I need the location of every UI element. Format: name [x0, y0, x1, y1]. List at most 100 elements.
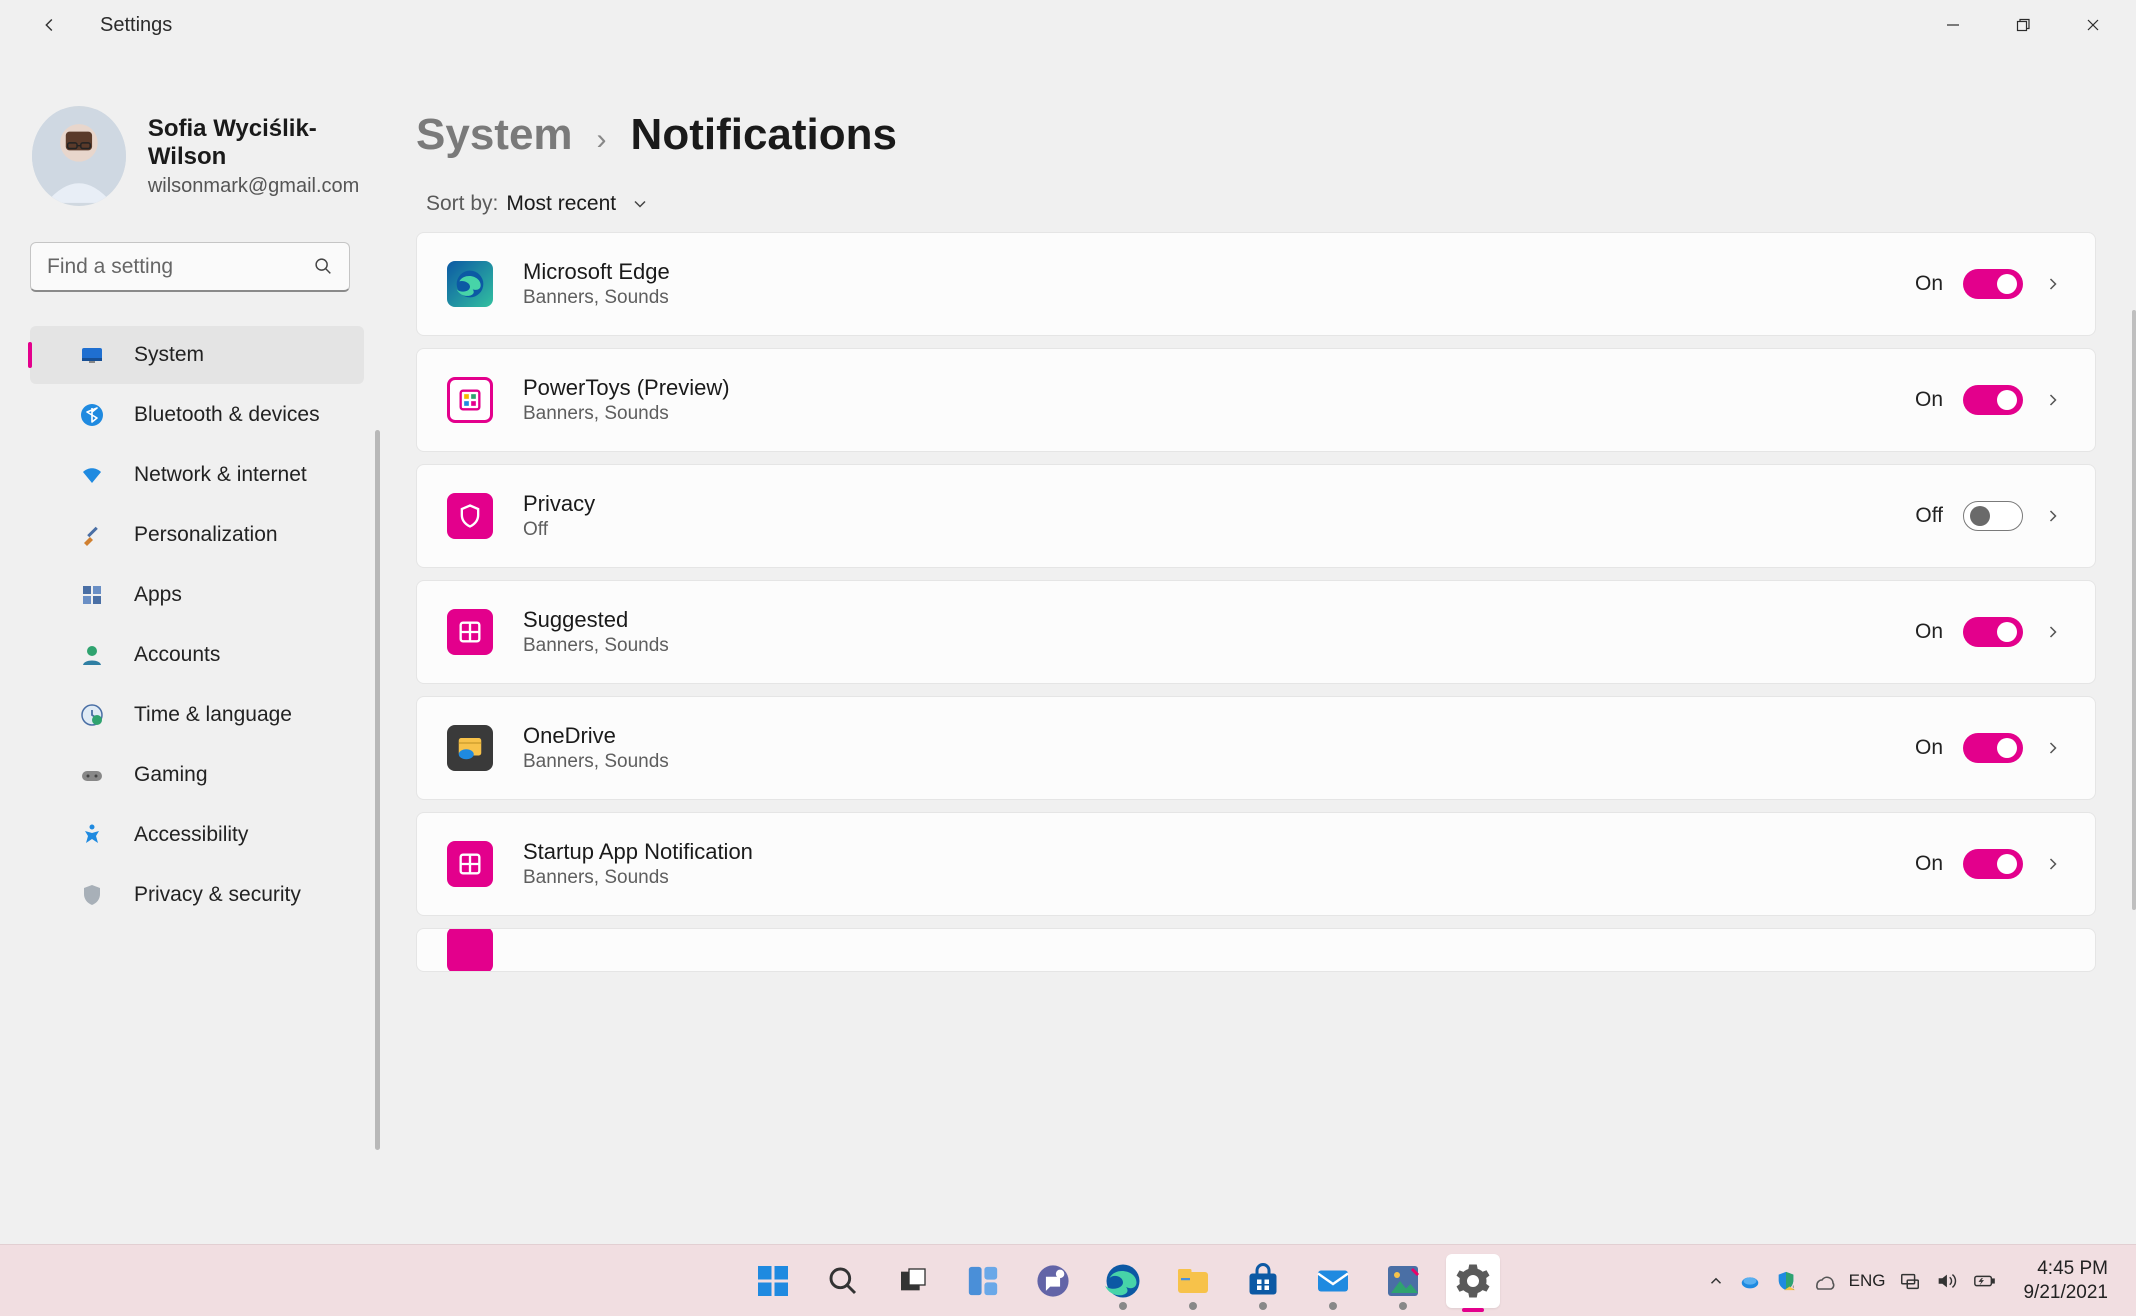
app-sub: Banners, Sounds	[523, 287, 1885, 309]
page-content: System › Notifications Sort by: Most rec…	[380, 50, 2136, 1244]
nav-item-personalization[interactable]: Personalization	[30, 506, 364, 564]
chevron-right-icon[interactable]	[2043, 622, 2063, 642]
tray-app-icon[interactable]	[1739, 1270, 1761, 1292]
nav-label: Accounts	[134, 643, 220, 667]
nav-item-system[interactable]: System	[30, 326, 364, 384]
toggle-switch[interactable]	[1963, 269, 2023, 299]
taskbar-search[interactable]	[816, 1254, 870, 1308]
nav-label: Gaming	[134, 763, 208, 787]
monitor-icon	[78, 341, 106, 369]
breadcrumb: System › Notifications	[416, 110, 2096, 160]
nav: System Bluetooth & devices Network & int…	[0, 326, 380, 924]
nav-label: Privacy & security	[134, 883, 301, 907]
nav-label: Accessibility	[134, 823, 248, 847]
edge-icon	[447, 261, 493, 307]
toggle-switch[interactable]	[1963, 849, 2023, 879]
wifi-icon	[78, 461, 106, 489]
page-scrollbar[interactable]	[2132, 310, 2136, 910]
toggle-state-label: Off	[1915, 504, 1943, 528]
app-row-edge[interactable]: Microsoft Edge Banners, Sounds On	[416, 232, 2096, 336]
clock[interactable]: 4:45 PM 9/21/2021	[2023, 1257, 2108, 1305]
nav-label: System	[134, 343, 204, 367]
app-name: Suggested	[523, 607, 1885, 633]
chevron-right-icon[interactable]	[2043, 274, 2063, 294]
user-name: Sofia Wyciślik-Wilson	[148, 115, 380, 171]
battery-tray-icon[interactable]	[1971, 1270, 1997, 1292]
apps-icon	[78, 581, 106, 609]
toggle-state-label: On	[1915, 272, 1943, 296]
powertoys-icon	[447, 377, 493, 423]
toggle-switch[interactable]	[1963, 385, 2023, 415]
network-tray-icon[interactable]	[1899, 1270, 1921, 1292]
toggle-switch[interactable]	[1963, 617, 2023, 647]
app-sub: Banners, Sounds	[523, 403, 1885, 425]
taskbar: ! ENG 4:45 PM 9/21/2021	[0, 1244, 2136, 1316]
nav-item-bluetooth[interactable]: Bluetooth & devices	[30, 386, 364, 444]
volume-tray-icon[interactable]	[1935, 1270, 1957, 1292]
app-name: OneDrive	[523, 723, 1885, 749]
app-name: Microsoft Edge	[523, 259, 1885, 285]
toggle-switch[interactable]	[1963, 501, 2023, 531]
maximize-button[interactable]	[1988, 0, 2058, 50]
app-name: Privacy	[523, 491, 1885, 517]
taskbar-app-explorer[interactable]	[1166, 1254, 1220, 1308]
nav-item-accessibility[interactable]: Accessibility	[30, 806, 364, 864]
sort-label: Sort by:	[426, 192, 498, 216]
paintbrush-icon	[78, 521, 106, 549]
breadcrumb-parent[interactable]: System	[416, 110, 573, 160]
taskbar-app-mail[interactable]	[1306, 1254, 1360, 1308]
chevron-right-icon[interactable]	[2043, 738, 2063, 758]
privacy-icon	[447, 493, 493, 539]
language-indicator[interactable]: ENG	[1849, 1271, 1886, 1291]
nav-item-time-language[interactable]: Time & language	[30, 686, 364, 744]
nav-item-network[interactable]: Network & internet	[30, 446, 364, 504]
clock-time: 4:45 PM	[2023, 1257, 2108, 1281]
user-profile[interactable]: Sofia Wyciślik-Wilson wilsonmark@gmail.c…	[0, 106, 380, 206]
task-view-button[interactable]	[886, 1254, 940, 1308]
app-notification-list: Microsoft Edge Banners, Sounds On PowerT…	[416, 232, 2096, 972]
taskbar-app-store[interactable]	[1236, 1254, 1290, 1308]
shield-icon	[78, 881, 106, 909]
security-icon[interactable]: !	[1775, 1270, 1797, 1292]
chevron-right-icon[interactable]	[2043, 854, 2063, 874]
minimize-button[interactable]	[1918, 0, 1988, 50]
chevron-right-icon[interactable]	[2043, 390, 2063, 410]
breadcrumb-current: Notifications	[631, 110, 897, 160]
nav-item-privacy[interactable]: Privacy & security	[30, 866, 364, 924]
onedrive-tray-icon[interactable]	[1811, 1269, 1835, 1293]
app-row-privacy[interactable]: Privacy Off Off	[416, 464, 2096, 568]
toggle-state-label: On	[1915, 620, 1943, 644]
app-sub: Banners, Sounds	[523, 867, 1885, 889]
nav-item-accounts[interactable]: Accounts	[30, 626, 364, 684]
sort-value: Most recent	[506, 192, 616, 216]
tray-overflow-button[interactable]	[1707, 1272, 1725, 1290]
app-row-partial[interactable]	[416, 928, 2096, 972]
nav-item-gaming[interactable]: Gaming	[30, 746, 364, 804]
app-sub: Banners, Sounds	[523, 635, 1885, 657]
app-row-startup[interactable]: Startup App Notification Banners, Sounds…	[416, 812, 2096, 916]
chat-button[interactable]	[1026, 1254, 1080, 1308]
person-icon	[78, 641, 106, 669]
clock-date: 9/21/2021	[2023, 1281, 2108, 1305]
back-button[interactable]	[36, 11, 64, 39]
nav-item-apps[interactable]: Apps	[30, 566, 364, 624]
nav-label: Personalization	[134, 523, 278, 547]
app-row-onedrive[interactable]: OneDrive Banners, Sounds On	[416, 696, 2096, 800]
app-row-suggested[interactable]: Suggested Banners, Sounds On	[416, 580, 2096, 684]
chevron-right-icon[interactable]	[2043, 506, 2063, 526]
close-button[interactable]	[2058, 0, 2128, 50]
sort-dropdown[interactable]: Sort by: Most recent	[426, 192, 2096, 216]
widgets-button[interactable]	[956, 1254, 1010, 1308]
search-icon[interactable]	[312, 255, 334, 277]
window-controls	[1918, 0, 2128, 50]
avatar	[32, 106, 126, 206]
taskbar-app-image-editor[interactable]	[1376, 1254, 1430, 1308]
app-row-powertoys[interactable]: PowerToys (Preview) Banners, Sounds On	[416, 348, 2096, 452]
taskbar-app-edge[interactable]	[1096, 1254, 1150, 1308]
taskbar-app-settings[interactable]	[1446, 1254, 1500, 1308]
search-input[interactable]	[30, 242, 350, 292]
toggle-switch[interactable]	[1963, 733, 2023, 763]
nav-label: Time & language	[134, 703, 292, 727]
start-button[interactable]	[746, 1254, 800, 1308]
app-name: PowerToys (Preview)	[523, 375, 1885, 401]
